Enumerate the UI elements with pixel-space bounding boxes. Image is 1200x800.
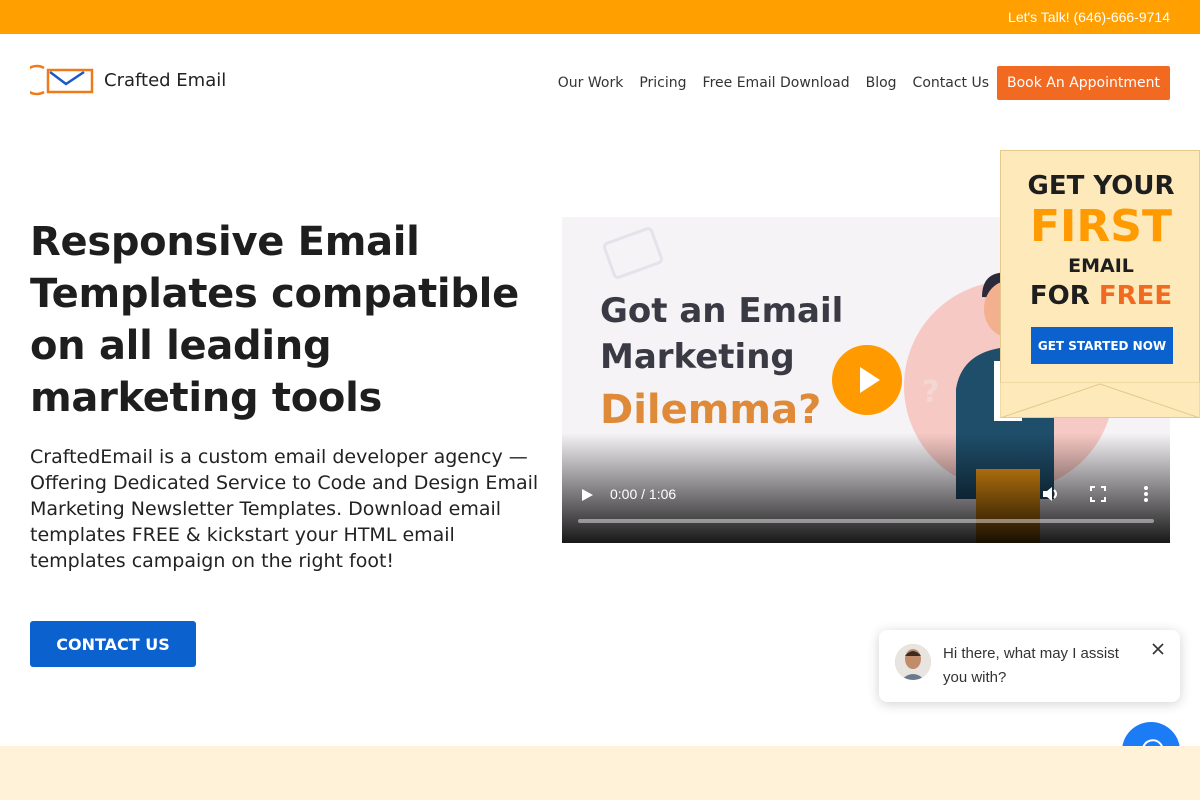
hero-description: CraftedEmail is a custom email developer… xyxy=(30,446,539,572)
site-header: Crafted Email Our Work Pricing Free Emai… xyxy=(0,34,1200,126)
nav-free-email-download[interactable]: Free Email Download xyxy=(703,75,850,91)
control-play-icon[interactable] xyxy=(580,488,594,502)
agent-avatar xyxy=(895,644,931,680)
nav-pricing[interactable]: Pricing xyxy=(639,75,686,91)
envelope-decoration-icon xyxy=(602,227,664,279)
promo-for: FOR xyxy=(1029,281,1090,311)
video-progress-track[interactable] xyxy=(578,519,1154,523)
video-time: 0:00 / 1:06 xyxy=(610,486,677,502)
nav-our-work[interactable]: Our Work xyxy=(558,75,624,91)
nav-contact-us[interactable]: Contact Us xyxy=(913,75,989,91)
hero-title: Responsive Email Templates compatible on… xyxy=(30,219,519,421)
logo[interactable]: Crafted Email xyxy=(30,64,226,96)
contact-us-button[interactable]: CONTACT US xyxy=(30,621,196,667)
brand-name: Crafted Email xyxy=(104,69,227,91)
nav-blog[interactable]: Blog xyxy=(866,75,897,91)
promo-line-4: FOR FREE xyxy=(1001,281,1200,311)
video-heading-line-3: Dilemma? xyxy=(600,387,822,433)
logo-mark-icon xyxy=(30,64,94,96)
promo-line-1: GET YOUR xyxy=(1027,171,1175,201)
volume-icon[interactable] xyxy=(1042,485,1060,503)
video-heading-line-2: Marketing xyxy=(600,337,795,377)
main-nav: Our Work Pricing Free Email Download Blo… xyxy=(542,66,1170,100)
chat-message: Hi there, what may I assist you with? xyxy=(943,645,1119,686)
fullscreen-icon[interactable] xyxy=(1090,486,1106,502)
get-started-button[interactable]: GET STARTED NOW xyxy=(1031,327,1173,364)
play-icon[interactable] xyxy=(832,345,902,415)
video-heading-line-1: Got an Email xyxy=(600,291,844,331)
free-email-promo: GET YOUR FIRST EMAIL FOR FREE GET STARTE… xyxy=(1000,150,1200,418)
chat-popup[interactable]: Hi there, what may I assist you with? xyxy=(879,630,1180,702)
promo-line-2: FIRST xyxy=(1029,201,1172,252)
top-bar: Let's Talk! (646)-666-9714 xyxy=(0,0,1200,34)
more-vertical-icon[interactable] xyxy=(1140,485,1152,503)
promo-free: FREE xyxy=(1098,281,1173,311)
phone-link[interactable]: Let's Talk! (646)-666-9714 xyxy=(1008,9,1170,25)
book-appointment-button[interactable]: Book An Appointment xyxy=(997,66,1170,100)
question-mark-decoration: ? xyxy=(922,375,940,410)
promo-ribbon-tail xyxy=(1000,382,1200,418)
close-icon[interactable] xyxy=(1151,642,1165,656)
promo-line-3: EMAIL xyxy=(1068,255,1134,277)
next-section-band xyxy=(0,746,1200,800)
